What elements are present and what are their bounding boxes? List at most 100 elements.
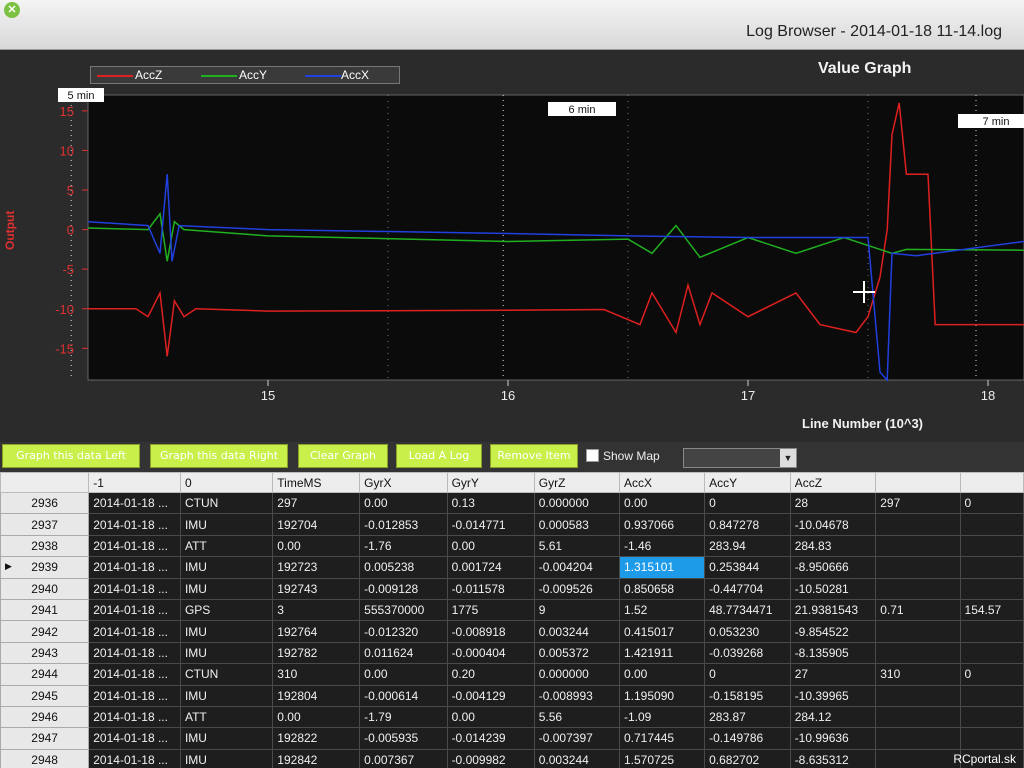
column-header[interactable] [959, 472, 1024, 493]
table-cell[interactable]: 0.007367 [359, 748, 448, 768]
table-cell[interactable]: -8.635312 [789, 748, 877, 768]
table-cell[interactable] [875, 513, 961, 536]
table-cell[interactable]: 310 [272, 663, 361, 686]
table-cell[interactable]: 0.005238 [359, 556, 448, 579]
table-cell[interactable] [959, 534, 1024, 558]
column-header[interactable]: -1 [88, 472, 181, 493]
table-row[interactable]: 2944 2014-01-18 ... CTUN 310 0.00 0.20 0.00000… [0, 663, 1024, 686]
clear-graph-button[interactable]: Clear Graph [298, 444, 388, 468]
log-data-grid[interactable]: -1 0 TimeMS GyrX GyrY GyrZ AccX AccY AccZ 2936 20… [0, 472, 1024, 768]
table-cell[interactable]: 297 [272, 491, 361, 515]
table-cell[interactable]: 192723 [272, 556, 361, 579]
table-cell[interactable]: ATT [179, 705, 274, 729]
table-cell[interactable]: 2014-01-18 ... [88, 663, 181, 686]
table-cell[interactable]: -0.149786 [704, 727, 791, 750]
table-cell[interactable]: -0.000404 [446, 641, 535, 665]
row-header[interactable]: 2943 [0, 641, 90, 665]
table-cell[interactable]: 0.13 [446, 491, 535, 515]
load-log-button[interactable]: Load A Log [396, 444, 482, 468]
table-cell[interactable]: 0.253844 [704, 556, 791, 579]
table-cell[interactable]: -0.004204 [533, 556, 621, 579]
table-row[interactable]: 2948 2014-01-18 ... IMU 192842 0.007367 -0.00… [0, 748, 1024, 768]
remove-item-button[interactable]: Remove Item [490, 444, 578, 468]
table-cell[interactable]: CTUN [179, 491, 274, 515]
table-cell[interactable]: 0.00 [618, 663, 706, 686]
table-row[interactable]: 2936 2014-01-18 ... CTUN 297 0.00 0.13 0.00000… [0, 491, 1024, 515]
table-row[interactable]: 2937 2014-01-18 ... IMU 192704 -0.012853 -0.0… [0, 513, 1024, 536]
table-cell[interactable]: 0.011624 [359, 641, 448, 665]
table-cell[interactable]: 0.415017 [618, 620, 706, 643]
table-cell[interactable]: 0.682702 [704, 748, 791, 768]
table-row[interactable]: 2946 2014-01-18 ... ATT 0.00 -1.79 0.00 5.56 -1… [0, 705, 1024, 729]
table-cell[interactable]: 2014-01-18 ... [88, 598, 181, 622]
table-cell[interactable]: -1.46 [618, 534, 706, 558]
table-cell[interactable]: 283.94 [704, 534, 791, 558]
column-header[interactable]: 0 [179, 472, 274, 493]
table-cell[interactable]: 154.57 [959, 598, 1024, 622]
table-cell[interactable] [959, 577, 1024, 600]
column-header[interactable]: AccZ [789, 472, 877, 493]
table-cell[interactable]: ATT [179, 534, 274, 558]
table-cell[interactable]: 2014-01-18 ... [88, 513, 181, 536]
table-cell[interactable]: 0.00 [446, 534, 535, 558]
row-header[interactable]: 2948 [0, 748, 90, 768]
table-cell[interactable]: IMU [179, 513, 274, 536]
table-cell[interactable] [959, 727, 1024, 750]
table-cell[interactable]: -0.009982 [446, 748, 535, 768]
table-cell[interactable]: 192764 [272, 620, 361, 643]
table-cell[interactable]: -10.39965 [789, 684, 877, 707]
table-cell[interactable]: IMU [179, 727, 274, 750]
table-cell[interactable]: 27 [789, 663, 877, 686]
table-cell[interactable]: -0.014771 [446, 513, 535, 536]
table-row[interactable]: 2943 2014-01-18 ... IMU 192782 0.011624 -0.00… [0, 641, 1024, 665]
table-cell[interactable]: 0.937066 [618, 513, 706, 536]
column-header[interactable] [875, 472, 961, 493]
checkbox-box[interactable] [586, 449, 599, 462]
table-cell[interactable] [959, 684, 1024, 707]
table-cell[interactable] [875, 556, 961, 579]
table-cell[interactable]: IMU [179, 577, 274, 600]
table-cell[interactable]: -0.009128 [359, 577, 448, 600]
table-cell[interactable]: -0.014239 [446, 727, 535, 750]
table-row[interactable]: 2938 2014-01-18 ... ATT 0.00 -1.76 0.00 5.61 -1… [0, 534, 1024, 558]
table-cell[interactable]: 2014-01-18 ... [88, 705, 181, 729]
table-cell[interactable]: -1.79 [359, 705, 448, 729]
table-cell[interactable]: 283.87 [704, 705, 791, 729]
table-cell[interactable] [959, 641, 1024, 665]
table-cell[interactable]: IMU [179, 556, 274, 579]
table-cell[interactable] [875, 748, 961, 768]
table-cell[interactable]: -10.50281 [789, 577, 877, 600]
table-cell[interactable]: 2014-01-18 ... [88, 577, 181, 600]
show-map-checkbox[interactable]: Show Map [586, 449, 660, 463]
table-row[interactable]: 2945 2014-01-18 ... IMU 192804 -0.000614 -0.0… [0, 684, 1024, 707]
table-cell[interactable]: IMU [179, 748, 274, 768]
table-cell[interactable]: 284.83 [789, 534, 877, 558]
table-cell[interactable]: 0.00 [618, 491, 706, 515]
table-cell[interactable] [875, 684, 961, 707]
table-cell[interactable] [875, 620, 961, 643]
table-cell[interactable]: 48.7734471 [704, 598, 791, 622]
table-cell[interactable]: -0.000614 [359, 684, 448, 707]
table-cell[interactable]: 284.12 [789, 705, 877, 729]
table-cell[interactable]: -1.09 [618, 705, 706, 729]
table-cell[interactable]: -10.04678 [789, 513, 877, 536]
table-cell[interactable]: -9.854522 [789, 620, 877, 643]
table-cell[interactable]: 0.000000 [533, 491, 621, 515]
table-cell[interactable] [875, 641, 961, 665]
row-header[interactable]: 2936 [0, 491, 90, 515]
table-row[interactable]: ▶ 2939 2014-01-18 ... IMU 192723 0.005238 0.00… [0, 556, 1024, 579]
table-cell[interactable]: 0.717445 [618, 727, 706, 750]
chevron-down-icon[interactable]: ▼ [780, 449, 796, 467]
table-cell[interactable]: -0.005935 [359, 727, 448, 750]
row-header[interactable]: 2940 [0, 577, 90, 600]
table-cell[interactable]: 0 [959, 663, 1024, 686]
table-row[interactable]: 2947 2014-01-18 ... IMU 192822 -0.005935 -0.0… [0, 727, 1024, 750]
table-cell[interactable]: 2014-01-18 ... [88, 556, 181, 579]
table-cell[interactable]: -0.004129 [446, 684, 535, 707]
table-cell[interactable]: -0.011578 [446, 577, 535, 600]
table-cell[interactable]: 0 [704, 663, 791, 686]
table-cell[interactable] [875, 534, 961, 558]
table-cell[interactable]: -0.158195 [704, 684, 791, 707]
table-cell[interactable]: GPS [179, 598, 274, 622]
table-cell[interactable]: -8.135905 [789, 641, 877, 665]
